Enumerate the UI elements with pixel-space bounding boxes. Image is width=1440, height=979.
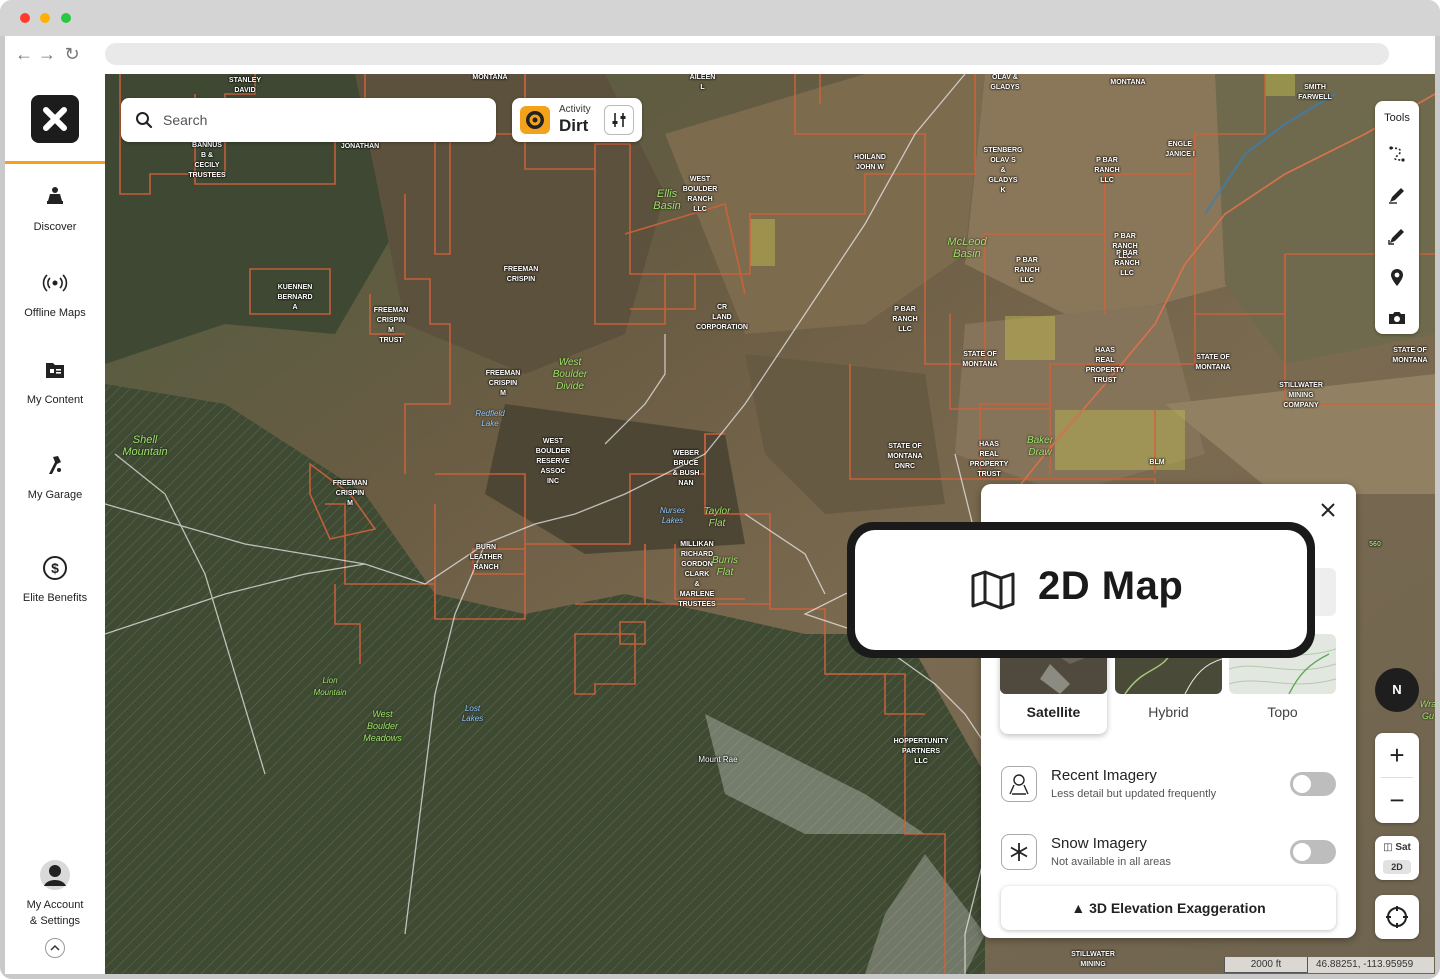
sidebar-item-label: Offline Maps <box>24 307 86 319</box>
activity-filter-button[interactable] <box>604 105 634 135</box>
layer-toggle-top: ◫ Sat <box>1383 842 1411 853</box>
sidebar-item-my-garage[interactable]: My Garage <box>5 452 105 502</box>
map-mode-label: 2D Map <box>1038 564 1184 608</box>
close-window-button[interactable] <box>20 13 30 23</box>
zoom-out-button[interactable]: − <box>1375 778 1419 822</box>
reload-icon[interactable]: ↻ <box>62 44 82 64</box>
garage-icon <box>49 456 61 474</box>
account-label-line1: My Account <box>26 899 84 911</box>
add-waypoint-button[interactable] <box>1385 265 1409 289</box>
offline-maps-icon <box>42 274 68 292</box>
sidebar-item-offline-maps[interactable]: Offline Maps <box>5 270 105 320</box>
draw-line-tool-button[interactable] <box>1385 183 1409 207</box>
discover-icon <box>47 187 63 204</box>
recent-imagery-title: Recent Imagery <box>1051 767 1157 784</box>
pencil-icon <box>1389 188 1404 204</box>
zoom-in-button[interactable]: + <box>1375 733 1419 777</box>
zoom-controls: + − <box>1375 733 1419 823</box>
sidebar-item-label: Elite Benefits <box>22 592 88 604</box>
back-arrow-icon[interactable]: ← <box>14 44 34 64</box>
route-icon <box>1389 146 1405 162</box>
sidebar-item-label: My Garage <box>27 489 83 501</box>
snowflake-icon <box>1010 843 1028 861</box>
activity-selector[interactable]: Activity Dirt <box>512 98 642 142</box>
title-bar <box>0 0 1440 36</box>
svg-text:$: $ <box>51 560 59 576</box>
sidebar: Discover Offline Maps My Content My Gara… <box>5 74 105 974</box>
draw-area-icon <box>1388 229 1404 245</box>
folded-map-icon <box>971 570 1015 610</box>
my-location-button[interactable] <box>1375 895 1419 939</box>
camera-icon <box>1389 312 1405 324</box>
snow-imagery-icon <box>1001 834 1037 870</box>
tools-title: Tools <box>1384 112 1410 124</box>
activity-value: Dirt <box>559 116 589 135</box>
scale-distance: 2000 ft <box>1224 957 1308 973</box>
forward-arrow-icon[interactable]: → <box>37 44 57 64</box>
avatar <box>40 860 70 890</box>
sidebar-item-discover[interactable]: Discover <box>5 184 105 234</box>
crosshair-icon <box>1386 906 1408 928</box>
map-icon: ◫ <box>1383 842 1396 853</box>
address-bar[interactable] <box>105 43 1389 65</box>
tools-panel: Tools <box>1375 101 1419 334</box>
close-icon <box>1321 503 1335 517</box>
layer-toggle-button[interactable]: ◫ Sat 2D <box>1375 836 1419 880</box>
pin-icon <box>1391 269 1403 286</box>
basemap-topo-label: Topo <box>1267 704 1298 720</box>
close-panel-button[interactable] <box>1318 500 1338 520</box>
chevron-up-icon <box>50 944 60 951</box>
sidebar-item-my-content[interactable]: My Content <box>5 357 105 407</box>
dirt-tire-icon <box>526 111 544 129</box>
sidebar-item-label: Discover <box>33 221 77 233</box>
add-photo-button[interactable] <box>1385 306 1409 330</box>
sidebar-item-elite-benefits[interactable]: $ Elite Benefits <box>5 555 105 605</box>
sliders-icon <box>612 113 626 127</box>
minimize-window-button[interactable] <box>40 13 50 23</box>
browser-window: ← → ↻ STANLEY DAVID MONTANA AILEEN L OLA… <box>0 0 1440 979</box>
route-tool-button[interactable] <box>1385 142 1409 166</box>
toggle-knob <box>1293 775 1311 793</box>
search-input[interactable] <box>163 108 483 132</box>
logo-area <box>5 74 105 164</box>
x-logo-icon <box>43 107 67 131</box>
map-mode-callout[interactable]: 2D Map <box>847 522 1315 658</box>
dollar-icon: $ <box>43 556 67 580</box>
snow-imagery-toggle[interactable] <box>1290 840 1336 864</box>
map-mode-callout-inner: 2D Map <box>855 530 1307 650</box>
activity-label: Activity <box>559 104 591 115</box>
elevation-button-label: 3D Elevation Exaggeration <box>1089 900 1266 916</box>
activity-badge <box>520 106 550 134</box>
search-bar <box>121 98 496 142</box>
satellite-icon <box>1009 774 1029 795</box>
maximize-window-button[interactable] <box>61 13 71 23</box>
compass-button[interactable]: N <box>1375 668 1419 712</box>
snow-imagery-title: Snow Imagery <box>1051 835 1147 852</box>
browser-toolbar: ← → ↻ <box>5 36 1435 74</box>
layer-toggle-bottom: 2D <box>1383 860 1411 874</box>
recent-imagery-toggle[interactable] <box>1290 772 1336 796</box>
elevation-exaggeration-button[interactable]: ▲ 3D Elevation Exaggeration <box>1001 886 1336 930</box>
app-logo[interactable] <box>31 95 79 143</box>
search-icon <box>136 112 153 129</box>
basemap-satellite-label: Satellite <box>1026 704 1081 720</box>
snow-imagery-subtitle: Not available in all areas <box>1051 856 1171 868</box>
toggle-knob <box>1293 843 1311 861</box>
recent-imagery-subtitle: Less detail but updated frequently <box>1051 788 1217 800</box>
mountain-icon: ▲ <box>1071 900 1090 916</box>
compass-north-label: N <box>1392 682 1402 697</box>
cursor-coordinates: 46.88251, -113.95959 <box>1316 959 1414 970</box>
sidebar-item-label: My Content <box>26 394 84 406</box>
draw-area-tool-button[interactable] <box>1385 224 1409 248</box>
sidebar-item-account[interactable]: My Account & Settings <box>5 860 105 928</box>
basemap-hybrid-label: Hybrid <box>1148 704 1189 720</box>
expand-account-button[interactable] <box>45 938 65 958</box>
folder-icon <box>46 363 64 378</box>
account-label-line2: & Settings <box>29 915 81 927</box>
map-scale: 2000 ft 46.88251, -113.95959 <box>1224 957 1434 973</box>
recent-imagery-icon <box>1001 766 1037 802</box>
